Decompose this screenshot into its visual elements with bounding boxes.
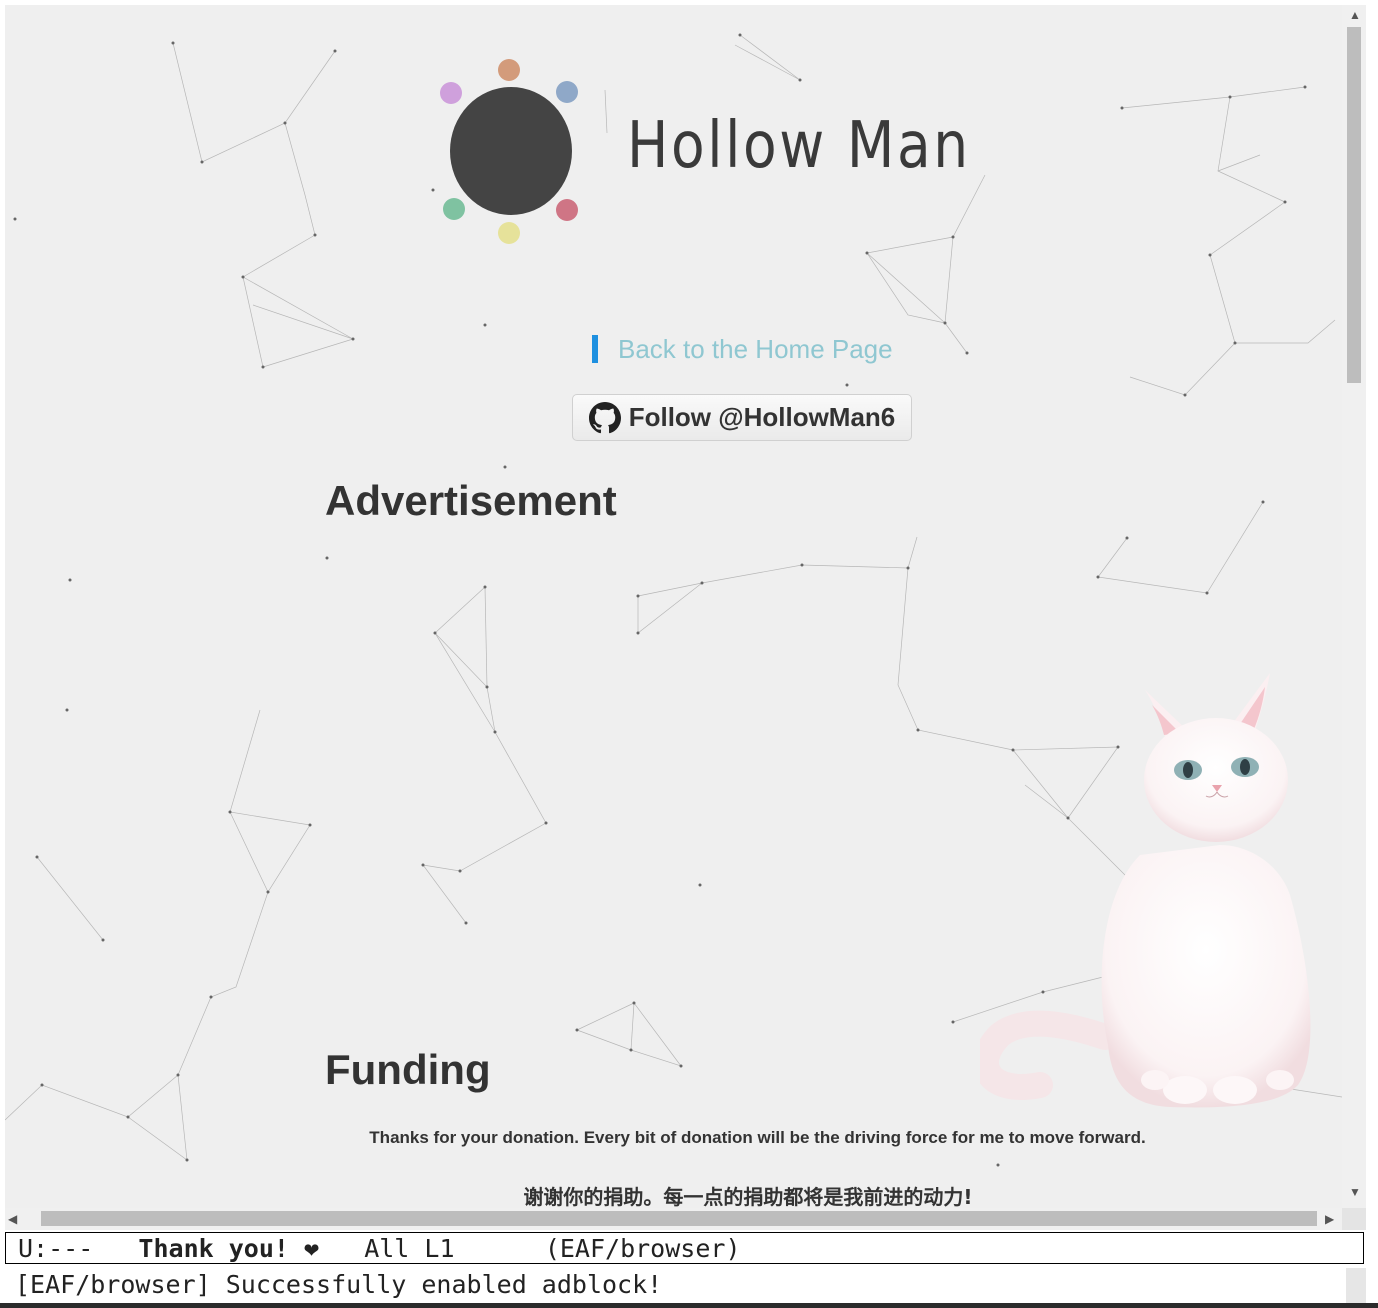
emacs-minibuffer[interactable]: [EAF/browser] Successfully enabled adblo… bbox=[5, 1267, 1352, 1303]
vertical-scroll-thumb[interactable] bbox=[1347, 27, 1361, 383]
github-icon bbox=[588, 401, 621, 433]
scroll-left-arrow-icon[interactable]: ◀ bbox=[8, 1213, 17, 1225]
cat-illustration[interactable] bbox=[980, 665, 1320, 1125]
funding-heading: Funding bbox=[325, 1046, 491, 1093]
modeline-status: U:--- bbox=[18, 1234, 94, 1263]
funding-text-chinese: 谢谢你的捐助。每一点的捐助都将是我前进的动力! bbox=[523, 1185, 973, 1208]
advertisement-heading: Advertisement bbox=[325, 477, 617, 524]
scroll-down-arrow-icon[interactable]: ▼ bbox=[1349, 1186, 1361, 1198]
horizontal-scrollbar[interactable]: ◀ ▶ bbox=[5, 1208, 1342, 1230]
modeline-mode: (EAF/browser) bbox=[544, 1234, 741, 1263]
scrollbar-corner bbox=[1342, 1208, 1366, 1230]
emacs-modeline: U:--- Thank you! ❤ All L1 (EAF/browser) bbox=[5, 1232, 1364, 1264]
logo-dot-top bbox=[498, 59, 520, 81]
logo-center-circle bbox=[450, 87, 572, 215]
modeline-position: All L1 bbox=[364, 1234, 455, 1263]
scroll-right-arrow-icon[interactable]: ▶ bbox=[1325, 1213, 1334, 1225]
logo-dot-top-right bbox=[556, 81, 578, 103]
logo-dot-bottom-right bbox=[556, 199, 578, 221]
scroll-up-arrow-icon[interactable]: ▲ bbox=[1349, 9, 1361, 21]
modeline-buffer-name: Thank you! ❤ bbox=[138, 1234, 320, 1263]
brand-name: Hollow Man bbox=[627, 109, 971, 183]
horizontal-scroll-thumb[interactable] bbox=[41, 1211, 1317, 1226]
back-to-home-link[interactable]: Back to the Home Page bbox=[592, 335, 893, 363]
logo-dot-bottom bbox=[498, 222, 520, 244]
follow-button-label: Follow @HollowMan6 bbox=[628, 402, 896, 432]
browser-viewport: Hollow Man Back to the Home Page Follow … bbox=[5, 5, 1342, 1208]
logo-dot-top-left bbox=[440, 82, 462, 104]
vertical-scrollbar[interactable]: ▲ ▼ bbox=[1342, 5, 1366, 1208]
funding-text-english: Thanks for your donation. Every bit of d… bbox=[369, 1128, 1146, 1147]
site-logo[interactable] bbox=[435, 57, 595, 257]
minibuffer-scrollbar[interactable] bbox=[1346, 1268, 1366, 1308]
bottom-edge bbox=[0, 1303, 1378, 1308]
github-follow-button[interactable]: Follow @HollowMan6 bbox=[572, 394, 912, 441]
logo-dot-bottom-left bbox=[443, 198, 465, 220]
